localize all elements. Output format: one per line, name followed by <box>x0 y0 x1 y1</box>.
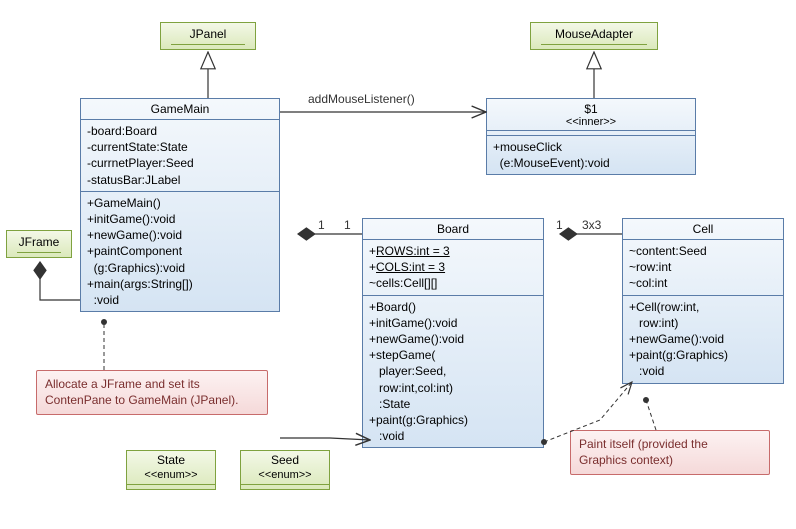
static-attr: COLS:int = 3 <box>376 260 445 274</box>
attr: -statusBar:JLabel <box>87 172 273 188</box>
attr: +ROWS:int = 3 <box>369 243 537 259</box>
label-mult-1: 1 <box>556 218 563 232</box>
stereotype: <<inner>> <box>487 116 695 131</box>
attributes-section: -board:Board -currentState:State -currne… <box>81 120 279 192</box>
method: row:int) <box>629 315 777 331</box>
attr: ~col:int <box>629 275 777 291</box>
enum-title: State <box>127 451 215 469</box>
method: +stepGame( <box>369 347 537 363</box>
class-inner: $1 <<inner>> +mouseClick (e:MouseEvent):… <box>486 98 696 175</box>
method: :void <box>629 363 777 379</box>
method: +newGame():void <box>87 227 273 243</box>
method: +newGame():void <box>629 331 777 347</box>
attr: -board:Board <box>87 123 273 139</box>
class-title: Board <box>363 219 543 240</box>
method: +GameMain() <box>87 195 273 211</box>
interface-jpanel: JPanel <box>160 22 256 50</box>
method: +Board() <box>369 299 537 315</box>
class-board: Board +ROWS:int = 3 +COLS:int = 3 ~cells… <box>362 218 544 448</box>
interface-title: MouseAdapter <box>541 27 647 41</box>
method: +Cell(row:int, <box>629 299 777 315</box>
method: (g:Graphics):void <box>87 260 273 276</box>
enum-title: Seed <box>241 451 329 469</box>
class-title: GameMain <box>81 99 279 120</box>
attr: -currentState:State <box>87 139 273 155</box>
class-title: Cell <box>623 219 783 240</box>
method: +mouseClick <box>493 139 689 155</box>
class-title: $1 <box>487 99 695 116</box>
interface-jframe: JFrame <box>6 230 72 258</box>
class-cell: Cell ~content:Seed ~row:int ~col:int +Ce… <box>622 218 784 384</box>
interface-title: JFrame <box>17 235 61 249</box>
note-line: Paint itself (provided the <box>579 437 761 453</box>
attr: -currnetPlayer:Seed <box>87 155 273 171</box>
attr: +COLS:int = 3 <box>369 259 537 275</box>
method: :void <box>87 292 273 308</box>
label-mult-3x3: 3x3 <box>582 218 601 232</box>
stereotype: <<enum>> <box>127 469 215 484</box>
note-line: Allocate a JFrame and set its <box>45 377 259 393</box>
label-mult-1: 1 <box>318 218 325 232</box>
method: +initGame():void <box>369 315 537 331</box>
methods-section: +Board() +initGame():void +newGame():voi… <box>363 296 543 448</box>
method: +newGame():void <box>369 331 537 347</box>
method: :State <box>369 396 537 412</box>
static-attr: ROWS:int = 3 <box>376 244 450 258</box>
note-line: ContenPane to GameMain (JPanel). <box>45 393 259 409</box>
method: row:int,col:int) <box>369 380 537 396</box>
method: +paint(g:Graphics) <box>369 412 537 428</box>
methods-section: +GameMain() +initGame():void +newGame():… <box>81 192 279 311</box>
method: +paint(g:Graphics) <box>629 347 777 363</box>
method: +paintComponent <box>87 243 273 259</box>
method: +initGame():void <box>87 211 273 227</box>
attributes-section: +ROWS:int = 3 +COLS:int = 3 ~cells:Cell[… <box>363 240 543 296</box>
methods-section: +mouseClick (e:MouseEvent):void <box>487 136 695 174</box>
note-jframe: Allocate a JFrame and set its ContenPane… <box>36 370 268 415</box>
enum-state: State <<enum>> <box>126 450 216 490</box>
method: player:Seed, <box>369 363 537 379</box>
interface-title: JPanel <box>171 27 245 41</box>
label-addmouselistener: addMouseListener() <box>308 92 415 106</box>
attr: ~row:int <box>629 259 777 275</box>
methods-section: +Cell(row:int, row:int) +newGame():void … <box>623 296 783 383</box>
interface-mouseadapter: MouseAdapter <box>530 22 658 50</box>
note-paint: Paint itself (provided the Graphics cont… <box>570 430 770 475</box>
method: :void <box>369 428 537 444</box>
method: (e:MouseEvent):void <box>493 155 689 171</box>
attr: ~content:Seed <box>629 243 777 259</box>
stereotype: <<enum>> <box>241 469 329 484</box>
note-line: Graphics context) <box>579 453 761 469</box>
attr: ~cells:Cell[][] <box>369 275 537 291</box>
method: +main(args:String[]) <box>87 276 273 292</box>
attributes-section: ~content:Seed ~row:int ~col:int <box>623 240 783 296</box>
enum-seed: Seed <<enum>> <box>240 450 330 490</box>
class-gamemain: GameMain -board:Board -currentState:Stat… <box>80 98 280 312</box>
label-mult-1: 1 <box>344 218 351 232</box>
